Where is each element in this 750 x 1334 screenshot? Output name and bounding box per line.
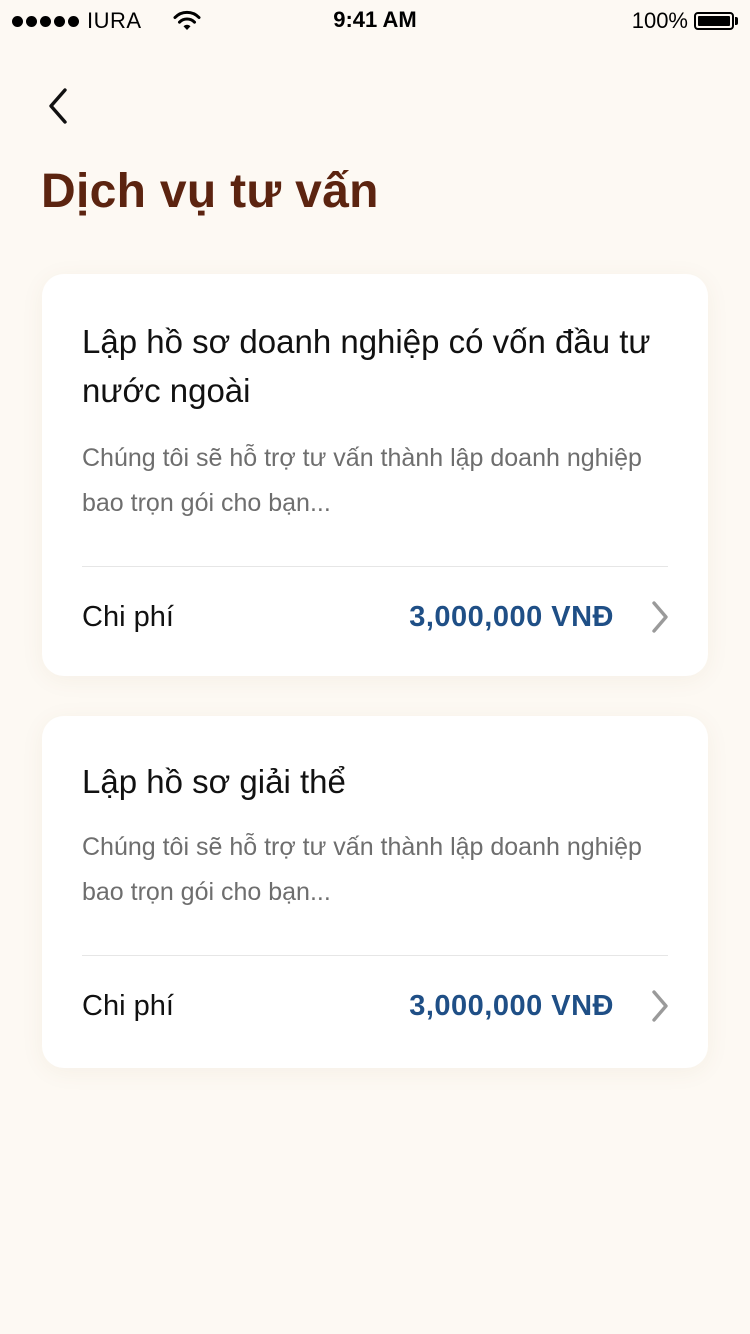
service-description: Chúng tôi sẽ hỗ trợ tư vấn thành lập doa… <box>82 444 642 517</box>
service-description: Chúng tôi sẽ hỗ trợ tư vấn thành lập doa… <box>82 833 642 906</box>
back-button[interactable] <box>34 80 82 132</box>
service-title: Lập hồ sơ doanh nghiệp có vốn đầu tư nướ… <box>82 323 651 409</box>
chevron-right-icon[interactable] <box>646 599 674 635</box>
cost-value: 3,000,000 VNĐ <box>409 600 614 633</box>
service-card[interactable]: Lập hồ sơ doanh nghiệp có vốn đầu tư nướ… <box>42 274 708 676</box>
cost-row[interactable]: Chi phí 3,000,000 VNĐ <box>82 567 668 667</box>
chevron-right-icon[interactable] <box>646 988 674 1024</box>
page-title: Dịch vụ tư vấn <box>41 165 379 218</box>
cost-row[interactable]: Chi phí 3,000,000 VNĐ <box>82 956 668 1056</box>
cost-value: 3,000,000 VNĐ <box>409 989 614 1022</box>
status-right: 100% <box>632 8 738 34</box>
battery-percentage: 100% <box>631 8 688 33</box>
battery-icon <box>694 11 738 31</box>
service-title: Lập hồ sơ giải thể <box>82 763 346 800</box>
cost-label: Chi phí <box>82 600 174 633</box>
chevron-left-icon <box>49 88 67 124</box>
status-bar: IURA 9:41 AM 100% <box>0 0 750 40</box>
service-card[interactable]: Lập hồ sơ giải thể Chúng tôi sẽ hỗ trợ t… <box>42 716 708 1068</box>
cost-label: Chi phí <box>82 989 174 1022</box>
